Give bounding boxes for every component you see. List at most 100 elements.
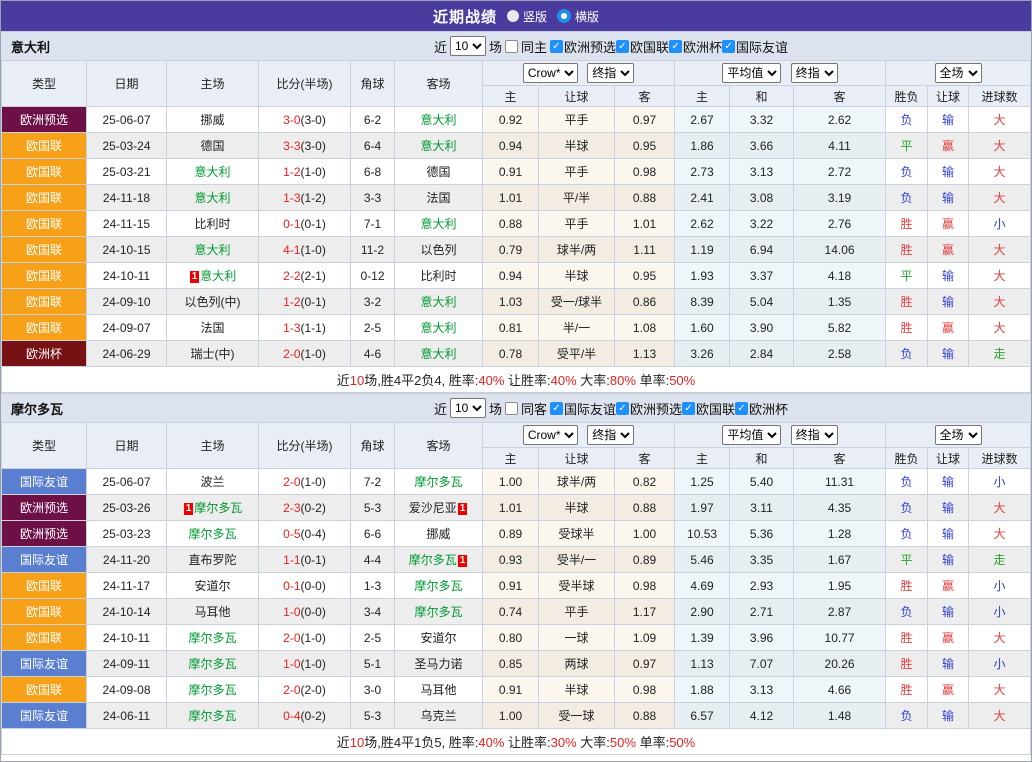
home-team-cell: 意大利 [167,237,259,263]
date-cell: 24-11-20 [87,547,167,573]
away-team-name[interactable]: 摩尔多瓦 [414,605,462,619]
home-team-name: 瑞士(中) [191,347,235,361]
date-cell: 25-03-24 [87,133,167,159]
odds-final-select[interactable]: 终指 [587,425,634,445]
home-team-name[interactable]: 意大利 [194,191,230,205]
competition-type-cell: 欧国联 [2,677,87,703]
home-team-cell: 1意大利 [167,263,259,289]
away-team-name[interactable]: 摩尔多瓦 [414,475,462,489]
summary-value: 10 [350,735,364,750]
recent-games-select[interactable]: 10 [450,398,486,418]
away-team-name[interactable]: 意大利 [420,217,456,231]
average-final-select[interactable]: 终指 [791,425,838,445]
date-cell: 25-03-23 [87,521,167,547]
home-team-name[interactable]: 摩尔多瓦 [188,683,236,697]
subcol-odds-away: 客 [615,86,675,107]
league-filter-option[interactable]: ✓欧洲杯 [735,399,788,418]
league-filter-option[interactable]: ✓欧洲预选 [550,37,616,56]
home-team-cell: 法国 [167,315,259,341]
away-team-name[interactable]: 意大利 [420,139,456,153]
avg-home-cell: 1.39 [675,625,730,651]
result-goals-cell: 大 [969,495,1031,521]
home-team-name[interactable]: 意大利 [194,243,230,257]
odds-handicap-cell: 受平/半 [539,341,615,367]
home-team-name[interactable]: 意大利 [194,165,230,179]
league-checkbox[interactable]: ✓ [616,40,629,53]
league-checkbox[interactable]: ✓ [550,40,563,53]
vertical-radio-icon[interactable] [507,10,519,22]
avg-draw-cell: 2.71 [730,599,794,625]
bookmaker-select[interactable]: Crow* [523,425,578,445]
away-team-name[interactable]: 意大利 [420,295,456,309]
date-cell: 24-06-29 [87,341,167,367]
average-select[interactable]: 平均值 [722,63,781,83]
league-checkbox[interactable]: ✓ [735,402,748,415]
score-cell: 4-1(1-0) [259,237,351,263]
home-team-name[interactable]: 摩尔多瓦 [188,631,236,645]
odds-final-select[interactable]: 终指 [587,63,634,83]
odds-home-cell: 1.01 [483,495,539,521]
summary-row: 近10场,胜4平1负5, 胜率:40% 让胜率:30% 大率:50% 单率:50… [2,729,1031,755]
result-wdl-cell: 负 [886,469,928,495]
fulltime-score: 0-4 [283,709,300,723]
layout-option-vertical[interactable]: 竖版 [507,8,547,25]
league-filter-option[interactable]: ✓国际友谊 [722,37,788,56]
avg-home-cell: 5.46 [675,547,730,573]
result-group-header: 全场 [886,61,1031,86]
away-team-name[interactable]: 摩尔多瓦 [409,553,457,567]
home-team-name[interactable]: 摩尔多瓦 [188,527,236,541]
league-checkbox[interactable]: ✓ [682,402,695,415]
odds-away-cell: 0.95 [615,263,675,289]
league-checkbox[interactable]: ✓ [550,402,563,415]
league-checkbox[interactable]: ✓ [616,402,629,415]
league-filter-option[interactable]: ✓欧洲预选 [616,399,682,418]
avg-draw-cell: 3.96 [730,625,794,651]
league-filter-option[interactable]: ✓欧国联 [682,399,735,418]
odds-handicap-cell: 平手 [539,107,615,133]
away-team-name[interactable]: 意大利 [420,347,456,361]
result-goals-cell: 小 [969,469,1031,495]
average-final-select[interactable]: 终指 [791,63,838,83]
fulltime-score: 0-1 [283,217,300,231]
league-filter-option[interactable]: ✓欧洲杯 [669,37,722,56]
league-checkbox[interactable]: ✓ [722,40,735,53]
recent-games-select[interactable]: 10 [450,36,486,56]
col-header-home: 主场 [167,423,259,469]
scope-select[interactable]: 全场 [935,425,982,445]
result-handicap-cell: 输 [928,185,969,211]
away-team-name[interactable]: 意大利 [420,113,456,127]
date-cell: 24-10-11 [87,625,167,651]
score-cell: 3-3(3-0) [259,133,351,159]
home-team-name[interactable]: 摩尔多瓦 [188,657,236,671]
result-handicap-cell: 赢 [928,211,969,237]
horizontal-radio-icon[interactable] [557,9,571,23]
average-select[interactable]: 平均值 [722,425,781,445]
layout-option-horizontal[interactable]: 横版 [557,8,599,25]
away-team-name[interactable]: 摩尔多瓦 [414,579,462,593]
bookmaker-select[interactable]: Crow* [523,63,578,83]
home-team-cell: 挪威 [167,107,259,133]
league-checkbox[interactable]: ✓ [669,40,682,53]
corners-cell: 7-2 [351,469,395,495]
summary-value: 40% [478,373,504,388]
summary-value: 80% [610,373,636,388]
result-goals-cell: 大 [969,185,1031,211]
recent-results-panel: 近期战绩 竖版 横版 意大利 近 10 场 同主 ✓欧洲预选✓欧国联✓欧洲杯✓国… [0,0,1032,762]
home-team-name[interactable]: 意大利 [200,269,236,283]
home-team-cell: 瑞士(中) [167,341,259,367]
date-cell: 24-09-08 [87,677,167,703]
league-filter-option[interactable]: ✓国际友谊 [550,399,616,418]
result-wdl-cell: 胜 [886,651,928,677]
home-team-name[interactable]: 摩尔多瓦 [188,709,236,723]
away-team-cell: 意大利 [395,133,483,159]
away-team-name[interactable]: 意大利 [420,321,456,335]
match-row: 欧国联24-10-14马耳他1-0(0-0)3-4摩尔多瓦0.74平手1.172… [2,599,1031,625]
scope-select[interactable]: 全场 [935,63,982,83]
odds-handicap-cell: 受半球 [539,573,615,599]
competition-type-cell: 欧国联 [2,237,87,263]
competition-type-cell: 欧国联 [2,211,87,237]
same-venue-checkbox[interactable] [505,40,518,53]
league-filter-option[interactable]: ✓欧国联 [616,37,669,56]
home-team-name[interactable]: 摩尔多瓦 [194,501,242,515]
same-venue-checkbox[interactable] [505,402,518,415]
